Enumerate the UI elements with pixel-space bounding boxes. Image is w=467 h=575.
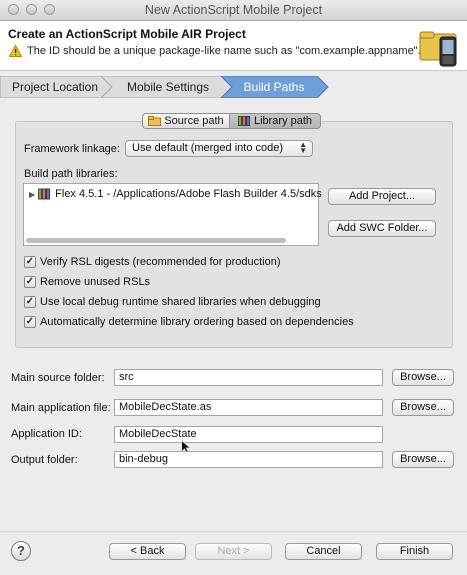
disclosure-triangle-icon[interactable]: ▶	[29, 190, 35, 199]
folder-device-icon	[419, 31, 457, 67]
browse-output-folder-button[interactable]: Browse...	[392, 451, 454, 468]
warning-icon	[9, 45, 22, 57]
finish-button[interactable]: Finish	[376, 543, 453, 560]
local-debug-runtime-label: Use local debug runtime shared libraries…	[40, 296, 321, 308]
source-folder-icon	[148, 116, 162, 126]
wizard-title: Create an ActionScript Mobile AIR Projec…	[8, 27, 246, 41]
browse-source-folder-button[interactable]: Browse...	[392, 369, 454, 386]
add-swc-folder-button[interactable]: Add SWC Folder...	[328, 220, 436, 237]
local-debug-runtime-checkbox[interactable]: ✓	[24, 296, 36, 308]
verify-rsl-label: Verify RSL digests (recommended for prod…	[40, 256, 281, 268]
main-app-file-label: Main application file:	[11, 402, 111, 414]
footer-separator	[0, 531, 467, 532]
window-title: New ActionScript Mobile Project	[144, 3, 323, 17]
build-path-libraries-label: Build path libraries:	[24, 168, 118, 180]
application-id-label: Application ID:	[11, 428, 82, 440]
crumb-mobile-settings[interactable]: Mobile Settings	[112, 76, 224, 98]
remove-unused-rsls-label: Remove unused RSLs	[40, 276, 151, 288]
next-button[interactable]: Next >	[195, 543, 272, 560]
cancel-button[interactable]: Cancel	[285, 543, 362, 560]
list-item[interactable]: ▶ Flex 4.5.1 - /Applications/Adobe Flash…	[29, 187, 322, 201]
wizard-header: Create an ActionScript Mobile AIR Projec…	[0, 21, 467, 71]
add-project-button[interactable]: Add Project...	[328, 188, 436, 205]
main-source-folder-label: Main source folder:	[11, 372, 105, 384]
library-item-label: Flex 4.5.1 - /Applications/Adobe Flash B…	[55, 188, 322, 200]
horizontal-scrollbar[interactable]	[26, 238, 286, 243]
main-source-folder-input[interactable]: src	[114, 369, 383, 386]
library-ordering-checkbox[interactable]: ✓	[24, 316, 36, 328]
build-path-library-list[interactable]: ▶ Flex 4.5.1 - /Applications/Adobe Flash…	[23, 183, 322, 246]
tab-source-path[interactable]: Source path	[142, 113, 230, 129]
library-ordering-label: Automatically determine library ordering…	[40, 316, 354, 328]
select-arrows-icon: ▲ ▼	[299, 140, 307, 155]
framework-linkage-select[interactable]: Use default (merged into code) ▲ ▼	[125, 140, 313, 157]
wizard-message: The ID should be a unique package-like n…	[27, 45, 421, 57]
tab-library-path-label: Library path	[253, 115, 313, 127]
tab-source-path-label: Source path	[164, 115, 224, 127]
crumb-project-location[interactable]: Project Location	[0, 76, 110, 98]
main-app-file-input[interactable]: MobileDecState.as	[114, 399, 383, 416]
application-id-input[interactable]: MobileDecState	[114, 426, 383, 443]
library-icon	[237, 116, 250, 126]
verify-rsl-checkbox[interactable]: ✓	[24, 256, 36, 268]
framework-linkage-value: Use default (merged into code)	[132, 142, 284, 154]
framework-linkage-label: Framework linkage:	[24, 143, 120, 155]
sdk-library-icon	[38, 188, 51, 200]
browse-app-file-button[interactable]: Browse...	[392, 399, 454, 416]
title-bar: New ActionScript Mobile Project	[0, 0, 467, 21]
tab-library-path[interactable]: Library path	[229, 113, 321, 129]
back-button[interactable]: < Back	[109, 543, 186, 560]
remove-unused-rsls-checkbox[interactable]: ✓	[24, 276, 36, 288]
crumb-build-paths[interactable]: Build Paths	[230, 76, 318, 98]
output-folder-label: Output folder:	[11, 454, 78, 466]
output-folder-input[interactable]: bin-debug	[114, 451, 383, 468]
help-button[interactable]: ?	[11, 541, 31, 561]
